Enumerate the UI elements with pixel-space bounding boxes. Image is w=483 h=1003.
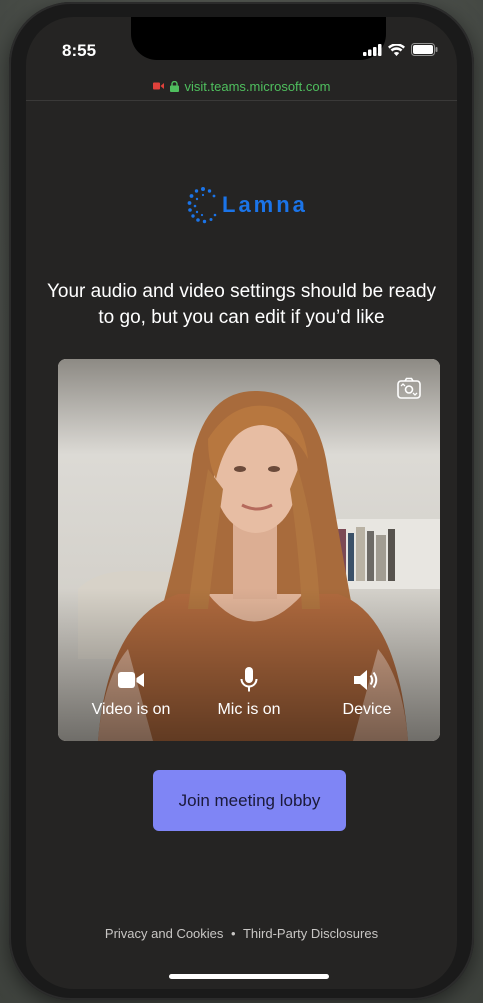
switch-camera-icon[interactable] [396,377,422,401]
speaker-icon [354,670,378,690]
device-toggle-label: Device [342,701,392,718]
footer-links: Privacy and Cookies • Third-Party Disclo… [26,926,457,941]
home-indicator[interactable] [169,974,329,979]
mic-toggle[interactable]: Mic is on [194,667,304,719]
join-meeting-lobby-button[interactable]: Join meeting lobby [153,770,346,831]
lock-icon [169,80,179,92]
settings-headline: Your audio and video settings should be … [46,281,437,328]
battery-icon [411,43,438,56]
brand-logo: Lamna [186,185,308,225]
camera-recording-icon [152,82,164,90]
video-preview: Video is on Mic is on Device [58,359,440,741]
third-party-disclosures-link[interactable]: Third-Party Disclosures [243,926,378,941]
privacy-and-cookies-link[interactable]: Privacy and Cookies [105,926,224,941]
signal-icon [363,43,382,56]
lamna-logo-icon [187,187,217,224]
wifi-icon [388,43,405,56]
phone-notch [131,17,386,60]
phone-frame: 8:55 visit.teams.microsoft.com Lamna You… [9,2,474,1000]
video-toggle[interactable]: Video is on [76,667,186,719]
video-camera-icon [118,672,144,688]
brand-name: Lamna [222,192,308,217]
video-toggle-label: Video is on [91,701,171,718]
status-icons [363,43,438,56]
footer-separator: • [231,926,236,941]
microphone-icon [240,667,258,692]
url-text: visit.teams.microsoft.com [184,78,331,94]
browser-url-bar[interactable]: visit.teams.microsoft.com [26,72,457,101]
status-time: 8:55 [62,41,97,60]
phone-screen: 8:55 visit.teams.microsoft.com Lamna You… [26,17,457,989]
device-toggle[interactable]: Device [312,667,422,719]
mic-toggle-label: Mic is on [217,701,281,718]
